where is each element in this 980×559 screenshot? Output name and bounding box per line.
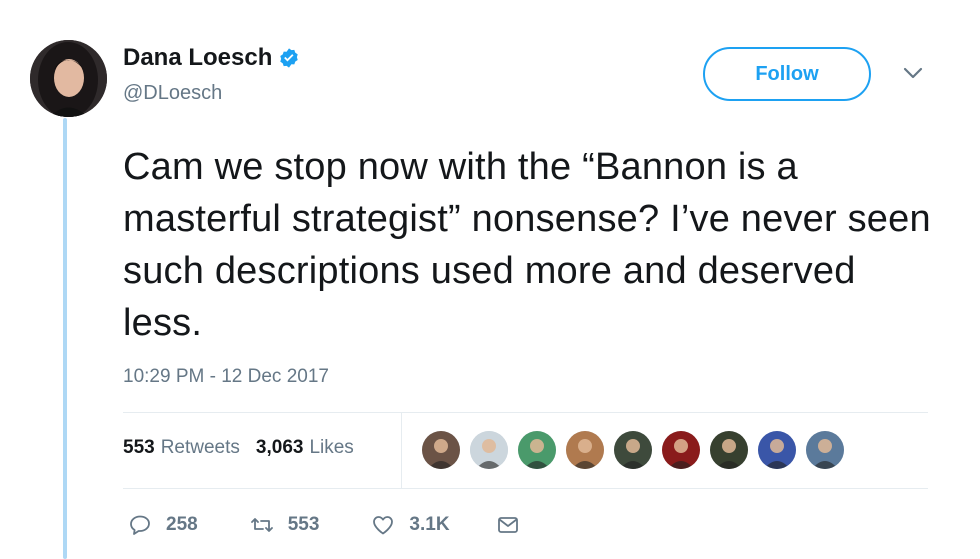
author-handle[interactable]: @DLoesch bbox=[123, 82, 222, 105]
verified-badge-icon bbox=[278, 47, 300, 69]
liker-avatar[interactable] bbox=[422, 431, 460, 469]
avatar[interactable] bbox=[30, 40, 107, 117]
like-count: 3.1K bbox=[409, 514, 450, 535]
retweet-count: 553 bbox=[287, 514, 320, 535]
stats-separator bbox=[401, 413, 402, 488]
retweet-icon bbox=[250, 518, 273, 532]
author-name[interactable]: Dana Loesch bbox=[123, 44, 272, 72]
retweets-count[interactable]: 553 bbox=[123, 437, 155, 459]
reply-count: 258 bbox=[166, 514, 198, 535]
liker-avatar[interactable] bbox=[518, 431, 556, 469]
likes-label[interactable]: Likes bbox=[309, 437, 353, 459]
divider bbox=[123, 488, 928, 489]
reply-icon bbox=[130, 515, 150, 535]
tweet-actions: 258 553 3.1K bbox=[128, 513, 520, 537]
liker-avatar[interactable] bbox=[758, 431, 796, 469]
divider bbox=[123, 412, 928, 413]
liker-avatar[interactable] bbox=[566, 431, 604, 469]
direct-message-action[interactable] bbox=[496, 513, 520, 537]
envelope-icon bbox=[497, 517, 518, 533]
liker-avatar[interactable] bbox=[662, 431, 700, 469]
liker-avatars bbox=[422, 431, 854, 469]
liker-avatar[interactable] bbox=[614, 431, 652, 469]
heart-icon bbox=[373, 516, 394, 535]
retweet-action[interactable]: 553 bbox=[250, 513, 320, 537]
liker-avatar[interactable] bbox=[806, 431, 844, 469]
chevron-down-icon[interactable] bbox=[902, 65, 924, 81]
reply-action[interactable]: 258 bbox=[128, 513, 198, 537]
tweet-text: Cam we stop now with the “Bannon is a ma… bbox=[123, 146, 931, 344]
liker-avatar[interactable] bbox=[710, 431, 748, 469]
conversation-thread-line bbox=[63, 118, 67, 559]
liker-avatar[interactable] bbox=[470, 431, 508, 469]
retweets-label[interactable]: Retweets bbox=[161, 437, 240, 459]
likes-count[interactable]: 3,063 bbox=[256, 437, 304, 459]
follow-button[interactable]: Follow bbox=[703, 47, 871, 101]
like-action[interactable]: 3.1K bbox=[371, 513, 450, 537]
tweet-timestamp[interactable]: 10:29 PM - 12 Dec 2017 bbox=[123, 366, 329, 388]
tweet-stats: 553 Retweets 3,063 Likes bbox=[123, 437, 354, 459]
author-name-row: Dana Loesch bbox=[123, 44, 300, 72]
